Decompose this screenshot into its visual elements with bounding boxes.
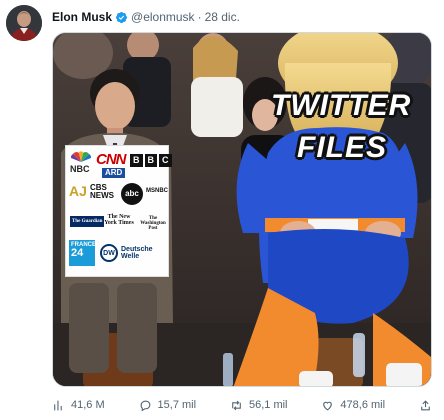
reply-button[interactable]: 15,7 mil bbox=[139, 399, 197, 412]
separator-dot: · bbox=[197, 10, 202, 24]
msnbc-logo: MSNBC bbox=[146, 188, 168, 194]
bbc-logo-letter: B bbox=[130, 154, 143, 167]
wapo-logo: The Washington Post bbox=[140, 216, 166, 231]
tweet-actions: 41,6 M 15,7 mil 56,1 mil 478,6 mil bbox=[52, 396, 432, 414]
guardian-logo: The Guardian bbox=[70, 216, 105, 227]
tweet-date[interactable]: 28 dic. bbox=[205, 10, 240, 24]
views-count: 41,6 M bbox=[71, 399, 105, 411]
avatar[interactable] bbox=[6, 5, 42, 41]
retweet-count: 56,1 mil bbox=[248, 399, 288, 411]
retweet-icon bbox=[232, 400, 241, 410]
overlay-text-twitter: TWITTER bbox=[271, 89, 412, 122]
tweet: Elon Musk @elonmusk · 28 dic. NBC CNN B … bbox=[0, 0, 444, 420]
tweet-header: Elon Musk @elonmusk · 28 dic. bbox=[52, 8, 240, 26]
share-icon bbox=[421, 399, 430, 410]
cbs-news-text: NEWS bbox=[90, 191, 114, 200]
views-icon bbox=[54, 400, 62, 410]
abc-logo: abc bbox=[121, 183, 143, 205]
display-name[interactable]: Elon Musk bbox=[52, 10, 112, 24]
dw-logo-mark: DW bbox=[100, 244, 118, 262]
share-button[interactable] bbox=[419, 399, 432, 412]
aj-logo: AJ bbox=[69, 183, 87, 199]
dw-logo: DW Deutsche Welle bbox=[100, 244, 153, 262]
nbc-logo: NBC bbox=[70, 150, 92, 174]
cnn-logo: CNN bbox=[96, 151, 126, 168]
cbs-news-logo: CBS NEWS bbox=[90, 184, 114, 200]
france24-logo-number: 24 bbox=[71, 247, 84, 259]
like-button[interactable]: 478,6 mil bbox=[321, 399, 385, 412]
bbc-logo: B B C bbox=[130, 154, 172, 167]
france24-logo: FRANCE 24 bbox=[69, 240, 96, 266]
nbc-logo-text: NBC bbox=[70, 164, 90, 174]
nyt-logo: The New York Times bbox=[104, 214, 134, 226]
verified-badge-icon bbox=[115, 11, 128, 24]
dw-logo-name: Deutsche Welle bbox=[121, 246, 153, 260]
bbc-logo-letter: C bbox=[159, 154, 172, 167]
ard-logo: ARD bbox=[102, 168, 126, 178]
dw-logo-name-line: Deutsche bbox=[121, 246, 153, 253]
tweet-media-image[interactable]: NBC CNN B B C ARD AJ CBS NEWS abc MSNBC … bbox=[52, 32, 432, 387]
reply-count: 15,7 mil bbox=[157, 399, 197, 411]
like-count: 478,6 mil bbox=[340, 399, 386, 411]
retweet-button[interactable]: 56,1 mil bbox=[230, 399, 288, 412]
overlay-text-files: FILES bbox=[297, 131, 388, 164]
reply-icon bbox=[140, 400, 150, 411]
user-handle[interactable]: @elonmusk bbox=[131, 10, 195, 24]
dw-logo-name-line: Welle bbox=[121, 253, 140, 260]
heart-icon bbox=[323, 401, 333, 410]
news-logos-panel: NBC CNN B B C ARD AJ CBS NEWS abc MSNBC … bbox=[65, 145, 172, 277]
bbc-logo-letter: B bbox=[144, 154, 157, 167]
views-button[interactable]: 41,6 M bbox=[52, 399, 105, 412]
